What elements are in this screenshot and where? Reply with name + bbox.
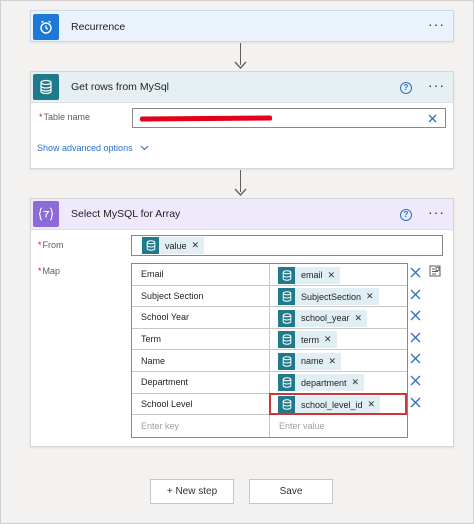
new-step-button[interactable]: + New step xyxy=(150,479,234,504)
map-value-cell[interactable]: school_year ✕ xyxy=(270,307,407,328)
map-row: Subject Section SubjectSection ✕ xyxy=(132,285,407,308)
remove-token-icon[interactable]: ✕ xyxy=(329,356,337,367)
show-advanced-options-link[interactable]: Show advanced options xyxy=(37,143,149,153)
token-label: department xyxy=(301,377,347,388)
dynamic-content-token[interactable]: email ✕ xyxy=(278,266,341,284)
map-row: School Year school_year ✕ xyxy=(132,307,407,329)
remove-token-icon[interactable]: ✕ xyxy=(328,270,336,281)
map-row: Name name ✕ xyxy=(132,350,407,372)
database-icon xyxy=(142,237,159,254)
more-options-icon[interactable]: ··· xyxy=(428,17,445,34)
map-label: *Map xyxy=(38,266,61,276)
recurrence-title: Recurrence xyxy=(71,20,126,33)
from-token[interactable]: value ✕ xyxy=(142,237,205,254)
help-icon[interactable]: ? xyxy=(400,81,412,94)
database-icon xyxy=(278,374,295,392)
recurrence-card[interactable]: Recurrence ··· xyxy=(30,10,454,42)
clear-icon[interactable] xyxy=(428,114,437,123)
token-label: SubjectSection xyxy=(301,291,362,302)
database-icon xyxy=(33,74,59,100)
arrow-down-icon xyxy=(234,188,247,196)
token-label: term xyxy=(301,334,319,345)
table-name-label: *Table name xyxy=(39,112,91,122)
enter-key-input[interactable]: Enter key xyxy=(132,415,270,437)
map-value-cell[interactable]: term ✕ xyxy=(270,329,407,350)
flow-designer-canvas: Recurrence ··· Get rows from MySql ? ···… xyxy=(0,0,474,524)
map-key-cell[interactable]: Email xyxy=(132,264,270,285)
map-value-cell[interactable]: email ✕ xyxy=(270,264,407,285)
switch-to-text-mode-icon[interactable] xyxy=(429,265,441,277)
delete-row-icon[interactable] xyxy=(410,289,421,300)
get-rows-mysql-card[interactable]: Get rows from MySql ? ··· *Table name Sh… xyxy=(30,71,454,169)
enter-value-input[interactable]: Enter value xyxy=(270,415,407,437)
help-icon[interactable]: ? xyxy=(400,208,412,221)
save-button[interactable]: Save xyxy=(249,479,333,504)
database-icon xyxy=(278,352,295,370)
delete-row-icon[interactable] xyxy=(410,332,421,343)
from-label: *From xyxy=(38,240,64,250)
remove-token-icon[interactable]: ✕ xyxy=(324,334,332,345)
token-label: name xyxy=(301,356,324,367)
data-operation-icon xyxy=(33,201,59,227)
map-table: Email email ✕ Subject Section SubjectSection… xyxy=(131,263,408,438)
map-key-cell[interactable]: Term xyxy=(132,328,270,350)
delete-row-icon[interactable] xyxy=(410,353,421,364)
map-key-cell[interactable]: Subject Section xyxy=(132,285,270,307)
highlight-box xyxy=(269,392,407,416)
remove-token-icon[interactable]: ✕ xyxy=(366,291,374,302)
remove-token-icon[interactable]: ✕ xyxy=(192,240,200,251)
map-value-cell[interactable]: name ✕ xyxy=(270,350,407,371)
delete-row-icon[interactable] xyxy=(410,310,421,321)
map-row: School Level school_level_id ✕ xyxy=(132,392,407,416)
delete-row-icon[interactable] xyxy=(410,267,421,278)
database-icon xyxy=(278,266,295,284)
token-label: email xyxy=(301,270,323,280)
database-icon xyxy=(278,331,295,349)
dynamic-content-token[interactable]: department ✕ xyxy=(278,374,365,392)
map-row: Department department ✕ xyxy=(132,371,407,394)
dynamic-content-token[interactable]: school_year ✕ xyxy=(278,309,368,327)
remove-token-icon[interactable]: ✕ xyxy=(352,377,360,388)
enter-value-placeholder: Enter value xyxy=(279,420,325,431)
map-value-cell[interactable]: SubjectSection ✕ xyxy=(270,286,407,307)
database-icon xyxy=(278,309,295,327)
arrow-down-icon xyxy=(234,61,247,69)
dynamic-content-token[interactable]: SubjectSection ✕ xyxy=(278,288,379,306)
dynamic-content-token[interactable]: name ✕ xyxy=(278,352,342,370)
map-key-cell[interactable]: School Level xyxy=(132,393,270,415)
database-icon xyxy=(278,288,295,306)
delete-row-icon[interactable] xyxy=(410,375,421,386)
mysql-header[interactable]: Get rows from MySql ? ··· xyxy=(31,72,453,103)
table-name-input[interactable] xyxy=(132,108,446,128)
map-key-cell[interactable]: Department xyxy=(132,371,270,393)
select-title: Select MySQL for Array xyxy=(71,208,181,220)
token-label: school_year xyxy=(301,313,350,324)
map-row-empty: Enter key Enter value xyxy=(132,415,407,437)
map-value-cell[interactable]: school_level_id ✕ xyxy=(269,392,407,416)
remove-token-icon[interactable]: ✕ xyxy=(355,313,363,324)
chevron-down-icon xyxy=(140,145,148,151)
more-options-icon[interactable]: ··· xyxy=(428,78,445,95)
from-input[interactable]: value ✕ xyxy=(131,235,443,256)
mysql-title: Get rows from MySql xyxy=(71,81,170,93)
more-options-icon[interactable]: ··· xyxy=(428,205,445,222)
recurrence-header[interactable]: Recurrence ··· xyxy=(31,11,453,42)
map-value-cell[interactable]: department ✕ xyxy=(270,372,407,393)
select-header[interactable]: Select MySQL for Array ? ··· xyxy=(31,199,453,230)
alarm-clock-icon xyxy=(33,13,59,40)
map-key-cell[interactable]: Name xyxy=(132,350,270,371)
map-key-cell[interactable]: School Year xyxy=(132,307,270,328)
map-row: Email email ✕ xyxy=(132,264,407,286)
redacted-value-mark xyxy=(139,115,273,122)
dynamic-content-token[interactable]: term ✕ xyxy=(278,331,337,349)
map-row: Term term ✕ xyxy=(132,328,407,351)
delete-row-icon[interactable] xyxy=(410,397,421,408)
